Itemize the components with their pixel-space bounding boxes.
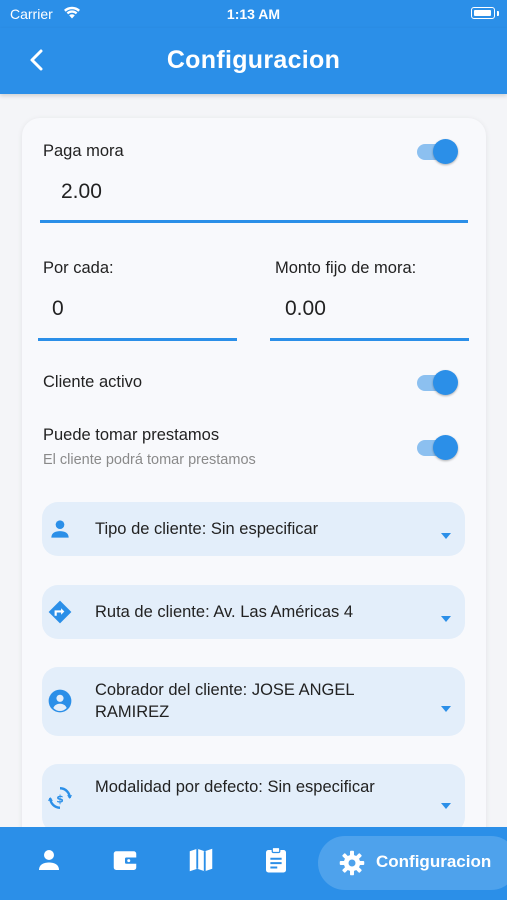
battery-tip (497, 11, 499, 16)
route-icon (47, 599, 73, 625)
puede-tomar-label: Puede tomar prestamos (43, 426, 220, 444)
battery-icon (471, 7, 495, 19)
bottom-nav: Configuracion (0, 827, 507, 900)
cliente-activo-label: Cliente activo (43, 373, 143, 391)
dropdown-text: Ruta de cliente: Av. Las Américas 4 (95, 603, 354, 621)
dropdown-text: Cobrador del cliente: JOSE ANGEL RAMIREZ (95, 681, 354, 721)
monto-fijo-input[interactable]: 0.00 (285, 297, 326, 321)
nav-label: Configuracion (376, 852, 492, 871)
account-circle-icon (47, 688, 73, 714)
app-bar: Configuracion (0, 28, 507, 94)
dropdown-text: Tipo de cliente: Sin especificar (95, 520, 319, 538)
svg-text:$: $ (56, 792, 64, 805)
chevron-down-icon (441, 699, 451, 712)
monto-fijo-underline (270, 338, 469, 341)
paga-mora-toggle[interactable] (415, 136, 461, 166)
sync-payment-icon: $ (47, 785, 73, 811)
monto-fijo-label: Monto fijo de mora: (275, 259, 417, 277)
modalidad-dropdown[interactable]: $ Modalidad por defecto: Sin especificar (42, 764, 465, 833)
map-icon[interactable] (186, 845, 216, 875)
toggle-thumb (433, 139, 458, 164)
paga-mora-underline (40, 220, 468, 223)
chevron-down-icon (441, 796, 451, 809)
por-cada-label: Por cada: (43, 259, 114, 277)
gear-icon (338, 849, 366, 877)
cobrador-dropdown[interactable]: Cobrador del cliente: JOSE ANGEL RAMIREZ (42, 667, 465, 736)
person-icon (47, 516, 73, 542)
puede-tomar-toggle[interactable] (415, 432, 461, 462)
clipboard-icon[interactable] (261, 845, 291, 875)
puede-tomar-description: El cliente podrá tomar prestamos (43, 452, 256, 468)
cliente-activo-toggle[interactable] (415, 367, 461, 397)
page-title: Configuracion (166, 46, 341, 74)
por-cada-underline (38, 338, 237, 341)
tipo-cliente-dropdown[interactable]: Tipo de cliente: Sin especificar (42, 502, 465, 556)
chevron-down-icon (441, 609, 451, 622)
wallet-icon[interactable] (110, 845, 140, 875)
dropdown-text: Modalidad por defecto: Sin especificar (95, 778, 375, 796)
status-bar: Carrier 1:13 AM (0, 0, 507, 28)
toggle-thumb (433, 370, 458, 395)
person-icon[interactable] (34, 845, 64, 875)
chevron-down-icon (441, 526, 451, 539)
toggle-thumb (433, 435, 458, 460)
paga-mora-input[interactable]: 2.00 (61, 180, 102, 204)
por-cada-input[interactable]: 0 (52, 297, 64, 321)
nav-item-configuracion[interactable]: Configuracion (318, 836, 507, 890)
ruta-cliente-dropdown[interactable]: Ruta de cliente: Av. Las Américas 4 (42, 585, 465, 639)
clock: 1:13 AM (226, 6, 281, 22)
paga-mora-label: Paga mora (43, 142, 124, 160)
